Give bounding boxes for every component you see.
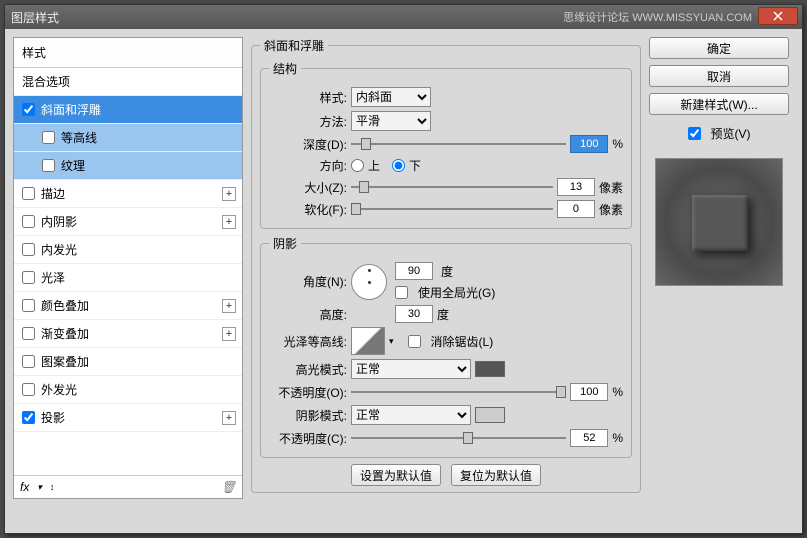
angle-input[interactable] (395, 262, 433, 280)
titlebar[interactable]: 图层样式 思缘设计论坛 WWW.MISSYUAN.COM (5, 5, 802, 29)
sidebar-item-checkbox[interactable] (22, 355, 35, 368)
bevel-group: 斜面和浮雕 结构 样式: 内斜面 方法: 平滑 深度(D): % 方向: 上 下… (251, 37, 641, 493)
shadow-opacity-input[interactable] (570, 429, 608, 447)
size-slider[interactable] (351, 179, 553, 195)
angle-dial[interactable] (351, 264, 387, 300)
sidebar-item-0[interactable]: 斜面和浮雕 (14, 96, 242, 124)
sidebar-item-3[interactable]: 描边+ (14, 180, 242, 208)
sidebar-blend-options[interactable]: 混合选项 (14, 68, 242, 96)
sidebar-item-1[interactable]: 等高线 (14, 124, 242, 152)
style-select[interactable]: 内斜面 (351, 87, 431, 107)
soften-input[interactable] (557, 200, 595, 218)
action-panel: 确定 取消 新建样式(W)... 预览(V) (649, 37, 789, 499)
set-default-button[interactable]: 设置为默认值 (351, 464, 441, 486)
sidebar-item-checkbox[interactable] (22, 383, 35, 396)
sidebar-item-checkbox[interactable] (22, 271, 35, 284)
layer-style-dialog: 图层样式 思缘设计论坛 WWW.MISSYUAN.COM 样式 混合选项 斜面和… (4, 4, 803, 534)
close-icon (773, 11, 783, 21)
sidebar-item-checkbox[interactable] (22, 103, 35, 116)
sidebar-item-checkbox[interactable] (42, 131, 55, 144)
styles-sidebar: 样式 混合选项 斜面和浮雕等高线纹理描边+内阴影+内发光光泽颜色叠加+渐变叠加+… (13, 37, 243, 499)
sidebar-item-2[interactable]: 纹理 (14, 152, 242, 180)
reset-default-button[interactable]: 复位为默认值 (451, 464, 541, 486)
dir-down-radio[interactable] (392, 159, 405, 172)
sidebar-item-6[interactable]: 光泽 (14, 264, 242, 292)
sidebar-item-9[interactable]: 图案叠加 (14, 348, 242, 376)
add-effect-icon[interactable]: + (222, 327, 236, 341)
soften-slider[interactable] (351, 201, 553, 217)
sidebar-item-checkbox[interactable] (22, 215, 35, 228)
close-button[interactable] (758, 7, 798, 25)
global-light-checkbox[interactable] (395, 286, 408, 299)
shadow-opacity-slider[interactable] (351, 430, 566, 446)
add-effect-icon[interactable]: + (222, 187, 236, 201)
sidebar-item-11[interactable]: 投影+ (14, 404, 242, 432)
highlight-color-swatch[interactable] (475, 361, 505, 377)
sidebar-item-5[interactable]: 内发光 (14, 236, 242, 264)
add-effect-icon[interactable]: + (222, 411, 236, 425)
shadow-group: 阴影 角度(N): 度 使用全局光(G) 高度: 度 光泽等高线: ▾ (260, 235, 632, 458)
sidebar-item-checkbox[interactable] (42, 159, 55, 172)
up-down-icon[interactable]: ↕ (50, 482, 55, 492)
gloss-contour[interactable] (351, 327, 385, 355)
cancel-button[interactable]: 取消 (649, 65, 789, 87)
depth-input[interactable] (570, 135, 608, 153)
dir-up-radio[interactable] (351, 159, 364, 172)
new-style-button[interactable]: 新建样式(W)... (649, 93, 789, 115)
sidebar-item-10[interactable]: 外发光 (14, 376, 242, 404)
antialias-checkbox[interactable] (408, 335, 421, 348)
sidebar-item-checkbox[interactable] (22, 299, 35, 312)
highlight-opacity-slider[interactable] (351, 384, 566, 400)
structure-group: 结构 样式: 内斜面 方法: 平滑 深度(D): % 方向: 上 下 大小(Z)… (260, 60, 632, 229)
shadow-color-swatch[interactable] (475, 407, 505, 423)
sidebar-header: 样式 (14, 38, 242, 68)
size-input[interactable] (557, 178, 595, 196)
ok-button[interactable]: 确定 (649, 37, 789, 59)
highlight-mode-select[interactable]: 正常 (351, 359, 471, 379)
altitude-input[interactable] (395, 305, 433, 323)
sidebar-item-8[interactable]: 渐变叠加+ (14, 320, 242, 348)
depth-slider[interactable] (351, 136, 566, 152)
sidebar-item-checkbox[interactable] (22, 187, 35, 200)
highlight-opacity-input[interactable] (570, 383, 608, 401)
window-title: 图层样式 (11, 9, 59, 26)
fx-menu-icon[interactable]: ▾ (37, 482, 42, 493)
method-select[interactable]: 平滑 (351, 111, 431, 131)
sidebar-item-4[interactable]: 内阴影+ (14, 208, 242, 236)
preview-checkbox[interactable] (688, 127, 701, 140)
settings-panel: 斜面和浮雕 结构 样式: 内斜面 方法: 平滑 深度(D): % 方向: 上 下… (251, 37, 641, 499)
add-effect-icon[interactable]: + (222, 299, 236, 313)
sidebar-item-7[interactable]: 颜色叠加+ (14, 292, 242, 320)
add-effect-icon[interactable]: + (222, 215, 236, 229)
sidebar-item-checkbox[interactable] (22, 411, 35, 424)
sidebar-item-checkbox[interactable] (22, 327, 35, 340)
bevel-legend: 斜面和浮雕 (260, 37, 328, 54)
fx-icon[interactable]: fx (20, 480, 29, 494)
shadow-mode-select[interactable]: 正常 (351, 405, 471, 425)
preview-box (655, 158, 783, 286)
trash-icon[interactable]: 🗑 (221, 480, 236, 494)
sidebar-item-checkbox[interactable] (22, 243, 35, 256)
watermark: 思缘设计论坛 WWW.MISSYUAN.COM (563, 9, 752, 25)
sidebar-footer: fx ▾ ↕ 🗑 (14, 475, 242, 498)
